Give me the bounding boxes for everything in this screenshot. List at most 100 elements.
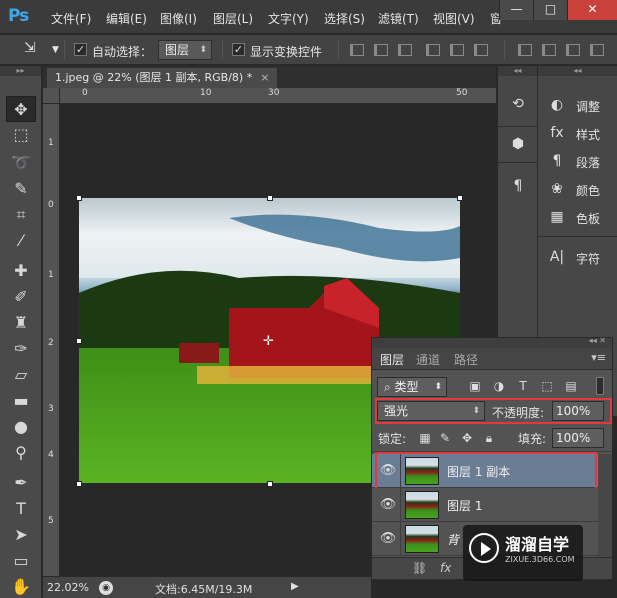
adjustment-filter-icon[interactable]: ◑ bbox=[492, 379, 506, 393]
close-tab-icon[interactable]: × bbox=[260, 71, 269, 84]
dock-item-label: 段落 bbox=[576, 156, 601, 170]
filter-toggle[interactable] bbox=[596, 377, 604, 395]
tab-paths[interactable]: 路径 bbox=[454, 351, 478, 368]
align-right-icon[interactable] bbox=[474, 44, 488, 56]
transform-center-icon[interactable]: ✛ bbox=[263, 334, 274, 349]
auto-select-target-dropdown[interactable]: 图层 ⬍ bbox=[158, 40, 212, 60]
panel-grip-icon[interactable]: ◂◂ bbox=[538, 66, 617, 76]
transform-handle[interactable] bbox=[267, 195, 273, 201]
history-brush-tool-icon[interactable]: ✑ bbox=[6, 336, 36, 362]
dock-item-character[interactable]: A| 字符 bbox=[544, 246, 614, 268]
maximize-button[interactable]: □ bbox=[533, 0, 567, 20]
pixel-filter-icon[interactable]: ▣ bbox=[468, 379, 482, 393]
shape-tool-icon[interactable]: ▭ bbox=[6, 548, 36, 574]
lock-image-icon[interactable]: ✎ bbox=[438, 431, 452, 445]
lasso-tool-icon[interactable]: ➰ bbox=[6, 150, 36, 176]
layer-style-icon[interactable]: fx bbox=[440, 561, 451, 575]
transform-handle[interactable] bbox=[267, 481, 273, 487]
move-tool-icon[interactable]: ✥ bbox=[6, 96, 36, 122]
align-left-icon[interactable] bbox=[426, 44, 440, 56]
zoom-level[interactable]: 22.02% bbox=[47, 581, 89, 594]
tab-layers[interactable]: 图层 bbox=[380, 351, 404, 368]
panel-grip-icon[interactable]: ▸▸ bbox=[0, 66, 41, 76]
visibility-eye-icon[interactable]: 👁︎ bbox=[378, 531, 398, 547]
lock-transparent-icon[interactable]: ▦ bbox=[418, 431, 432, 445]
chevron-down-icon[interactable]: ▼ bbox=[52, 45, 59, 55]
menu-select[interactable]: 选择(S) bbox=[324, 10, 365, 27]
ruler-origin[interactable] bbox=[43, 88, 60, 104]
menu-filter[interactable]: 滤镜(T) bbox=[378, 10, 419, 27]
document-tab[interactable]: 1.jpeg @ 22% (图层 1 副本, RGB/8) * × bbox=[47, 68, 278, 88]
distribute-left-icon[interactable] bbox=[590, 44, 604, 56]
dock-item-color[interactable]: ❀ 颜色 bbox=[544, 178, 614, 200]
layer-row[interactable]: 👁︎ 图层 1 bbox=[372, 488, 598, 522]
smart-object-filter-icon[interactable]: ▤ bbox=[564, 379, 578, 393]
minimize-button[interactable]: — bbox=[499, 0, 533, 20]
status-bar: 22.02% ◉ 文档:6.45M/19.3M ▶ bbox=[43, 576, 371, 598]
menu-layer[interactable]: 图层(L) bbox=[213, 10, 253, 27]
marquee-tool-icon[interactable]: ⬚ bbox=[6, 122, 36, 148]
hand-tool-icon[interactable]: ✋ bbox=[6, 574, 36, 598]
distribute-bottom-icon[interactable] bbox=[566, 44, 580, 56]
panel-menu-icon[interactable]: ▾≡ bbox=[591, 351, 606, 364]
menu-image[interactable]: 图像(I) bbox=[160, 10, 197, 27]
crop-tool-icon[interactable]: ⌗ bbox=[6, 202, 36, 228]
status-info-icon[interactable]: ◉ bbox=[99, 581, 113, 595]
eraser-tool-icon[interactable]: ▱ bbox=[6, 362, 36, 388]
menu-view[interactable]: 视图(V) bbox=[433, 10, 475, 27]
dock-item-paragraph[interactable]: ¶ 段落 bbox=[544, 150, 614, 172]
align-bottom-icon[interactable] bbox=[398, 44, 412, 56]
healing-brush-tool-icon[interactable]: ✚ bbox=[6, 258, 36, 284]
type-filter-icon[interactable]: T bbox=[516, 379, 530, 393]
type-tool-icon[interactable]: T bbox=[6, 496, 36, 522]
blur-tool-icon[interactable]: ● bbox=[6, 414, 36, 440]
distribute-top-icon[interactable] bbox=[518, 44, 532, 56]
align-hcenter-icon[interactable] bbox=[450, 44, 464, 56]
pen-tool-icon[interactable]: ✒ bbox=[6, 470, 36, 496]
status-menu-arrow-icon[interactable]: ▶ bbox=[291, 581, 299, 592]
visibility-eye-icon[interactable]: 👁︎ bbox=[378, 497, 398, 513]
transform-handle[interactable] bbox=[76, 481, 82, 487]
lock-position-icon[interactable]: ✥ bbox=[460, 431, 474, 445]
align-top-icon[interactable] bbox=[350, 44, 364, 56]
gradient-tool-icon[interactable]: ▬ bbox=[6, 388, 36, 414]
auto-select-checkbox[interactable]: ✓ bbox=[74, 43, 87, 56]
menu-type[interactable]: 文字(Y) bbox=[268, 10, 309, 27]
path-select-tool-icon[interactable]: ➤ bbox=[6, 522, 36, 548]
layers-scrollbar[interactable] bbox=[598, 454, 612, 558]
tab-channels[interactable]: 通道 bbox=[416, 351, 440, 368]
layer-name[interactable]: 背 bbox=[447, 531, 459, 548]
fill-input[interactable]: 100% bbox=[552, 428, 604, 448]
horizontal-ruler[interactable]: 0 10 30 50 bbox=[60, 88, 496, 104]
brush-tool-icon[interactable]: ✐ bbox=[6, 284, 36, 310]
dock-item-adjustments[interactable]: ◐ 调整 bbox=[544, 94, 614, 116]
paragraph-style-panel-icon[interactable]: ¶ bbox=[508, 176, 528, 196]
layer-filter-dropdown[interactable]: ⌕ 类型 ⬍ bbox=[377, 377, 447, 397]
panel-grip[interactable]: ◂◂ ✕ bbox=[372, 336, 612, 348]
shape-filter-icon[interactable]: ⬚ bbox=[540, 379, 554, 393]
panel-grip-icon[interactable]: ◂◂ bbox=[498, 66, 537, 76]
vertical-ruler[interactable]: 1 0 1 2 3 4 5 bbox=[43, 104, 60, 576]
menu-file[interactable]: 文件(F) bbox=[51, 10, 91, 27]
distribute-vcenter-icon[interactable] bbox=[542, 44, 556, 56]
layer-name[interactable]: 图层 1 bbox=[447, 497, 482, 514]
link-layers-icon[interactable]: ⛓ bbox=[412, 561, 427, 575]
close-button[interactable]: ✕ bbox=[567, 0, 617, 20]
history-panel-icon[interactable]: ⟲ bbox=[508, 94, 528, 114]
transform-handle[interactable] bbox=[457, 195, 463, 201]
dock-item-swatches[interactable]: ▦ 色板 bbox=[544, 206, 614, 228]
clone-stamp-tool-icon[interactable]: ♜ bbox=[6, 310, 36, 336]
align-vcenter-icon[interactable] bbox=[374, 44, 388, 56]
show-transform-checkbox[interactable]: ✓ bbox=[232, 43, 245, 56]
transform-handle[interactable] bbox=[76, 195, 82, 201]
lock-all-icon[interactable]: 🔒︎ bbox=[482, 431, 496, 445]
quick-select-tool-icon[interactable]: ✎ bbox=[6, 176, 36, 202]
dodge-tool-icon[interactable]: ⚲ bbox=[6, 440, 36, 466]
eyedropper-tool-icon[interactable]: ⁄ bbox=[6, 228, 36, 254]
3d-panel-icon[interactable]: ⬢ bbox=[508, 134, 528, 154]
transform-handle[interactable] bbox=[76, 338, 82, 344]
dock-item-styles[interactable]: fx 样式 bbox=[544, 122, 614, 144]
move-tool-preset-icon[interactable]: ⇲ bbox=[24, 40, 36, 56]
collapse-icon[interactable]: ◂◂ ✕ bbox=[589, 336, 606, 345]
menu-edit[interactable]: 编辑(E) bbox=[106, 10, 147, 27]
